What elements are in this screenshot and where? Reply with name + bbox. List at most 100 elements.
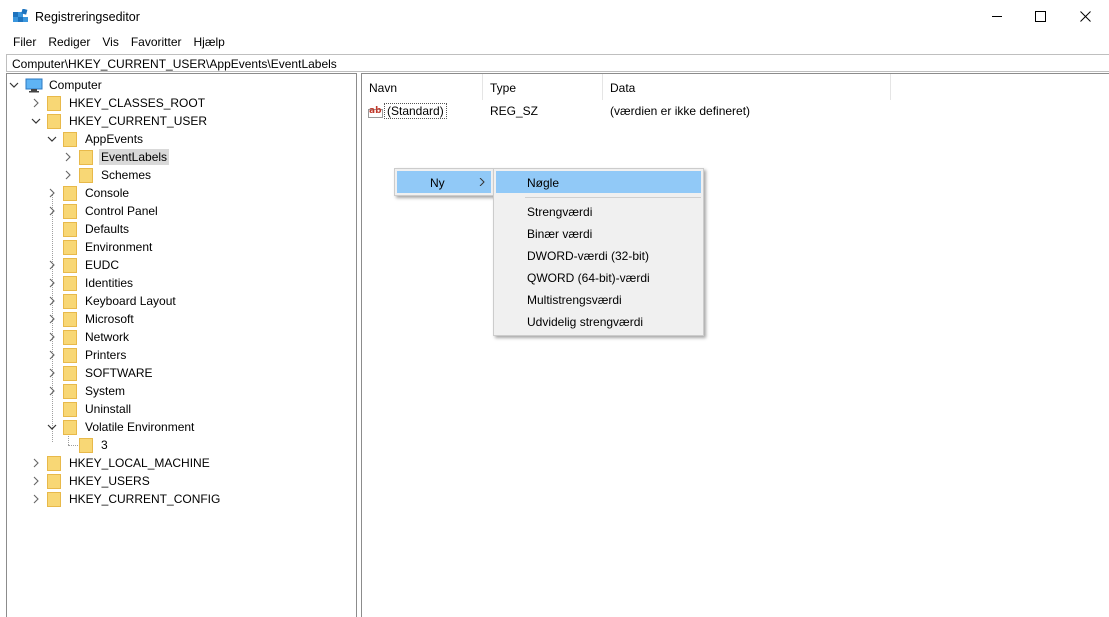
chevron-right-icon[interactable] — [47, 332, 57, 342]
chevron-down-icon[interactable] — [31, 116, 41, 126]
menu-item-key[interactable]: Nøgle — [496, 171, 701, 193]
chevron-down-icon[interactable] — [47, 422, 57, 432]
chevron-right-icon[interactable] — [47, 278, 57, 288]
tree-label: Printers — [85, 348, 127, 362]
close-icon — [1079, 11, 1091, 22]
value-row[interactable]: ab (Standard) REG_SZ (værdien er ikke de… — [362, 101, 1062, 121]
tree-item-eventlabels[interactable]: EventLabels — [63, 148, 170, 166]
chevron-right-icon[interactable] — [47, 188, 57, 198]
svg-text:ab: ab — [369, 106, 382, 116]
tree-item-appevents[interactable]: AppEvents — [47, 130, 145, 148]
chevron-right-icon[interactable] — [63, 170, 73, 180]
tree-item-computer[interactable]: Computer — [9, 76, 104, 94]
menu-item-dword-value[interactable]: DWORD-værdi (32-bit) — [496, 244, 701, 266]
tree-item-printers[interactable]: Printers — [47, 346, 128, 364]
chevron-right-icon[interactable] — [31, 98, 41, 108]
maximize-button[interactable] — [1017, 0, 1063, 33]
chevron-right-icon[interactable] — [47, 368, 57, 378]
tree-item-hkey-classes-root[interactable]: HKEY_CLASSES_ROOT — [31, 94, 207, 112]
tree-label: 3 — [101, 438, 108, 452]
chevron-right-icon[interactable] — [63, 152, 73, 162]
tree-item-software[interactable]: SOFTWARE — [47, 364, 155, 382]
tree-label: Computer — [49, 78, 102, 92]
chevron-right-icon[interactable] — [47, 206, 57, 216]
chevron-right-icon — [479, 178, 485, 186]
chevron-right-icon[interactable] — [47, 260, 57, 270]
tree-label: Uninstall — [85, 402, 132, 416]
tree-label: Identities — [85, 276, 134, 290]
chevron-down-icon[interactable] — [47, 134, 57, 144]
tree-leaf-connector — [47, 224, 57, 234]
tree-item-hkey-local-machine[interactable]: HKEY_LOCAL_MACHINE — [31, 454, 212, 472]
tree-item-hkey-current-config[interactable]: HKEY_CURRENT_CONFIG — [31, 490, 222, 508]
tree-item-console[interactable]: Console — [47, 184, 131, 202]
tree-item-environment[interactable]: Environment — [47, 238, 154, 256]
tree-item-hkey-users[interactable]: HKEY_USERS — [31, 472, 152, 490]
folder-icon — [47, 491, 61, 507]
tree-item-hkey-current-user[interactable]: HKEY_CURRENT_USER — [31, 112, 209, 130]
menu-item-multistring-value[interactable]: Multistrengsværdi — [496, 288, 701, 310]
chevron-right-icon[interactable] — [31, 476, 41, 486]
tree-item-uninstall[interactable]: Uninstall — [47, 400, 133, 418]
chevron-right-icon[interactable] — [47, 296, 57, 306]
folder-icon — [63, 419, 77, 435]
folder-icon — [63, 203, 77, 219]
chevron-right-icon[interactable] — [47, 314, 57, 324]
folder-icon — [63, 257, 77, 273]
value-type: REG_SZ — [490, 104, 539, 118]
tree-item-control-panel[interactable]: Control Panel — [47, 202, 160, 220]
menu-favorites[interactable]: Favoritter — [125, 33, 188, 53]
menu-help[interactable]: Hjælp — [188, 33, 231, 53]
tree-item-eudc[interactable]: EUDC — [47, 256, 121, 274]
tree-item-volatile-3[interactable]: 3 — [63, 436, 110, 454]
menu-item-binary-value[interactable]: Binær værdi — [496, 222, 701, 244]
chevron-right-icon[interactable] — [31, 458, 41, 468]
folder-icon — [79, 149, 93, 165]
tree-item-identities[interactable]: Identities — [47, 274, 135, 292]
column-header-type[interactable]: Type — [483, 74, 603, 100]
new-submenu: Nøgle Strengværdi Binær værdi DWORD-værd… — [493, 168, 704, 336]
key-tree[interactable]: Computer HKEY_CLASSES_ROOT HKEY_CURRENT_… — [6, 73, 357, 617]
minimize-icon — [991, 16, 1002, 17]
menu-view[interactable]: Vis — [96, 33, 124, 53]
folder-icon — [63, 221, 77, 237]
tree-item-microsoft[interactable]: Microsoft — [47, 310, 136, 328]
chevron-right-icon[interactable] — [31, 494, 41, 504]
tree-item-network[interactable]: Network — [47, 328, 131, 346]
tree-label: HKEY_LOCAL_MACHINE — [69, 456, 210, 470]
folder-icon — [63, 239, 77, 255]
menu-item-string-value[interactable]: Strengværdi — [496, 200, 701, 222]
chevron-right-icon[interactable] — [47, 386, 57, 396]
menu-item-qword-value[interactable]: QWORD (64-bit)-værdi — [496, 266, 701, 288]
menu-edit[interactable]: Rediger — [42, 33, 96, 53]
tree-item-volatile-environment[interactable]: Volatile Environment — [47, 418, 196, 436]
chevron-down-icon[interactable] — [9, 80, 19, 90]
tree-label: HKEY_CLASSES_ROOT — [69, 96, 206, 110]
string-value-icon: ab — [368, 106, 383, 118]
folder-icon — [63, 329, 77, 345]
folder-icon — [63, 401, 77, 417]
address-bar[interactable]: Computer\HKEY_CURRENT_USER\AppEvents\Eve… — [6, 54, 1109, 72]
tree-item-system[interactable]: System — [47, 382, 127, 400]
tree-item-schemes[interactable]: Schemes — [63, 166, 153, 184]
menu-item-label: Ny — [430, 176, 445, 190]
close-button[interactable] — [1062, 0, 1108, 33]
title-bar: Registreringseditor — [0, 0, 1109, 33]
column-header-data[interactable]: Data — [603, 74, 891, 100]
tree-label: Schemes — [101, 168, 152, 182]
menu-item-new[interactable]: Ny — [397, 171, 491, 193]
folder-icon — [47, 455, 61, 471]
folder-icon — [63, 293, 77, 309]
menu-item-expandable-string-value[interactable]: Udvidelig strengværdi — [496, 310, 701, 332]
column-header-name[interactable]: Navn — [362, 74, 483, 100]
tree-item-keyboard-layout[interactable]: Keyboard Layout — [47, 292, 178, 310]
folder-icon — [47, 113, 61, 129]
tree-label: AppEvents — [85, 132, 144, 146]
values-list[interactable]: Navn Type Data ab (Standard) REG_SZ (vær… — [361, 73, 1109, 617]
tree-label: Console — [85, 186, 130, 200]
menu-file[interactable]: Filer — [7, 33, 42, 53]
minimize-button[interactable] — [974, 0, 1020, 33]
chevron-right-icon[interactable] — [47, 350, 57, 360]
maximize-icon — [1034, 11, 1046, 22]
tree-item-defaults[interactable]: Defaults — [47, 220, 131, 238]
